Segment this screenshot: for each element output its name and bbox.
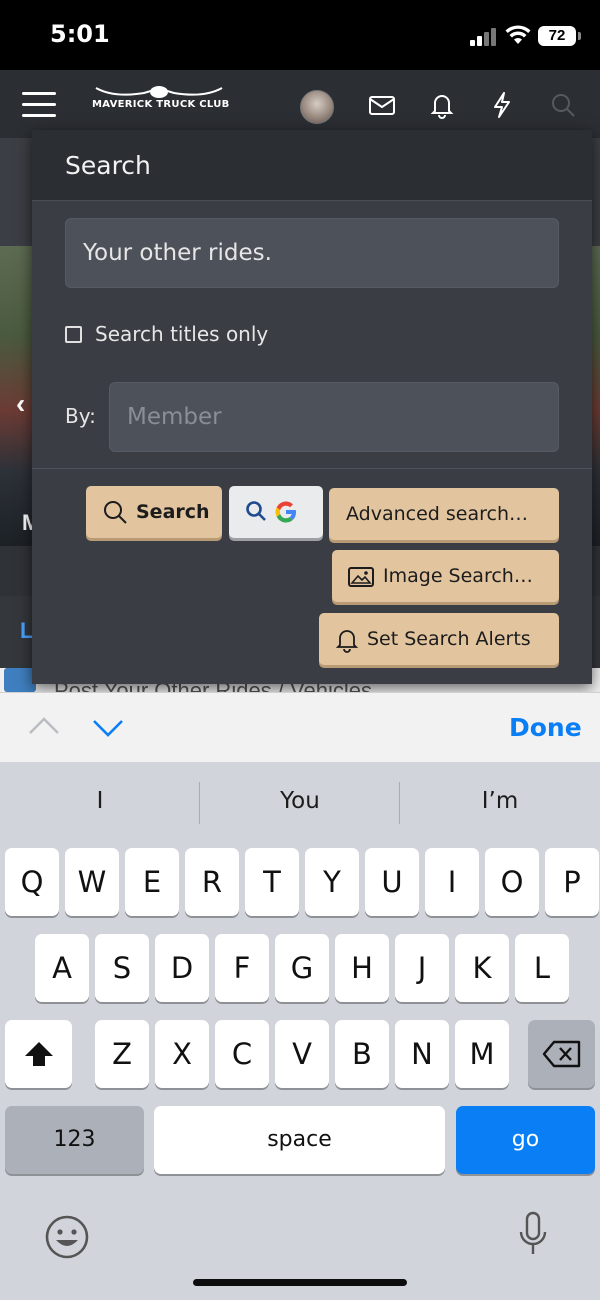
microphone-icon[interactable] [510,1210,556,1260]
shift-key[interactable] [5,1020,72,1088]
search-icon [246,501,266,521]
search-icon[interactable] [548,90,578,120]
go-key[interactable]: go [456,1106,595,1174]
emoji-icon[interactable] [44,1212,90,1262]
google-icon [275,501,296,523]
key-m[interactable]: M [455,1020,509,1088]
suggestion-3[interactable]: I’m [400,788,600,814]
key-h[interactable]: H [335,934,389,1002]
site-logo[interactable]: MAVERICK TRUCK CLUB [92,84,232,124]
lightning-icon[interactable] [487,90,517,120]
done-button[interactable]: Done [509,713,582,742]
chevron-up-icon[interactable] [28,713,60,741]
search-panel-header: Search [32,130,592,201]
shift-icon [25,1042,53,1066]
key-a[interactable]: A [35,934,89,1002]
key-s[interactable]: S [95,934,149,1002]
panel-divider [32,468,592,469]
on-screen-keyboard: I You I’m Q W E R T Y U I O P A S D F G … [0,762,600,1300]
space-key[interactable]: space [154,1106,445,1174]
image-search-label: Image Search… [383,565,533,587]
suggestion-1[interactable]: I [0,788,200,814]
numbers-key[interactable]: 123 [5,1106,144,1174]
backspace-icon [542,1040,581,1068]
key-d[interactable]: D [155,934,209,1002]
chevron-left-icon[interactable]: ‹ [16,388,25,420]
search-button[interactable]: Search [86,486,222,538]
backspace-key[interactable] [528,1020,595,1088]
image-icon [348,567,374,587]
key-g[interactable]: G [275,934,329,1002]
key-l[interactable]: L [515,934,569,1002]
search-panel-title: Search [65,151,151,180]
wifi-icon [505,25,531,44]
key-w[interactable]: W [65,848,119,916]
search-menu-panel: Search Your other rides. Search titles o… [32,130,592,684]
advanced-search-label: Advanced search… [346,503,529,525]
key-o[interactable]: O [485,848,539,916]
google-search-button[interactable] [229,486,323,538]
key-z[interactable]: Z [95,1020,149,1088]
key-b[interactable]: B [335,1020,389,1088]
key-j[interactable]: J [395,934,449,1002]
key-i[interactable]: I [425,848,479,916]
status-bar: 5:01 72 [0,0,600,70]
key-p[interactable]: P [545,848,599,916]
user-avatar[interactable] [300,90,334,124]
key-k[interactable]: K [455,934,509,1002]
key-f[interactable]: F [215,934,269,1002]
suggestion-2[interactable]: You [200,788,400,814]
home-indicator [193,1279,407,1286]
titles-only-label[interactable]: Search titles only [95,322,268,346]
image-search-button[interactable]: Image Search… [332,550,559,602]
status-time: 5:01 [50,20,110,48]
cellular-signal-icon [470,28,500,46]
titles-only-checkbox[interactable] [65,326,82,343]
key-r[interactable]: R [185,848,239,916]
key-c[interactable]: C [215,1020,269,1088]
bell-icon[interactable] [427,90,457,120]
site-header: MAVERICK TRUCK CLUB [0,70,600,138]
key-t[interactable]: T [245,848,299,916]
logo-text: MAVERICK TRUCK CLUB [92,99,230,110]
member-input[interactable]: Member [109,382,559,452]
bell-icon [335,630,359,653]
chevron-down-icon[interactable] [92,713,124,741]
hamburger-icon[interactable] [22,90,56,118]
battery-indicator: 72 [538,26,581,46]
set-search-alerts-label: Set Search Alerts [367,628,531,650]
key-v[interactable]: V [275,1020,329,1088]
key-e[interactable]: E [125,848,179,916]
mail-icon[interactable] [367,90,397,120]
advanced-search-button[interactable]: Advanced search… [329,488,559,540]
search-button-label: Search [136,501,210,523]
set-search-alerts-button[interactable]: Set Search Alerts [319,613,559,665]
key-n[interactable]: N [395,1020,449,1088]
longhorn-logo-icon [95,86,223,98]
key-u[interactable]: U [365,848,419,916]
keyboard-accessory-bar: Done [0,692,600,762]
key-x[interactable]: X [155,1020,209,1088]
by-member-label: By: [65,404,96,428]
search-query-input[interactable]: Your other rides. [65,218,559,288]
key-q[interactable]: Q [5,848,59,916]
search-icon [104,501,127,524]
key-y[interactable]: Y [305,848,359,916]
